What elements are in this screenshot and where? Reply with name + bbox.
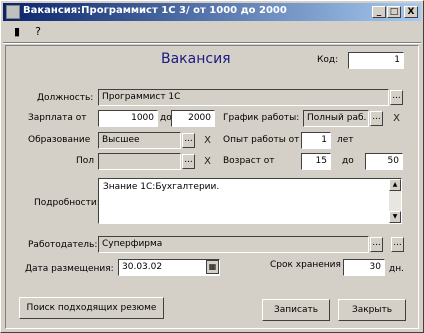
code-label: Код:: [317, 55, 339, 65]
salary-to-label: до: [160, 113, 172, 123]
schedule-field[interactable]: Полный раб. д: [303, 110, 369, 127]
close-button[interactable]: Закрыть: [338, 299, 406, 321]
help-icon[interactable]: ?: [31, 25, 45, 39]
calendar-icon[interactable]: ▦: [206, 260, 219, 274]
details-textarea[interactable]: Знание 1С:Бухгалтерии. ▲ ▼: [98, 178, 402, 224]
form-heading: Вакансия: [161, 51, 231, 67]
gender-select-button[interactable]: ...: [182, 154, 195, 169]
position-label: Должность:: [37, 93, 94, 103]
gender-field[interactable]: [98, 153, 181, 170]
details-label: Подробности:: [34, 198, 100, 208]
code-field[interactable]: 1: [348, 52, 404, 69]
employer-field[interactable]: Суперфирма: [98, 236, 369, 253]
vacancy-window: Вакансия:Программист 1С 3/ от 1000 до 20…: [0, 0, 424, 333]
position-select-button[interactable]: ...: [390, 90, 403, 105]
toolbar-divider: [3, 42, 421, 44]
age-label: Возраст от: [223, 156, 275, 166]
scroll-up-icon[interactable]: ▲: [389, 179, 401, 191]
experience-label: Опыт работы от: [223, 135, 300, 145]
education-field[interactable]: Высшее: [98, 132, 181, 149]
age-from-field[interactable]: 15: [301, 153, 331, 170]
gender-label: Пол: [76, 156, 95, 166]
salary-to-field[interactable]: 2000: [171, 110, 215, 127]
app-icon: [6, 5, 20, 19]
form-icon[interactable]: ▮: [10, 25, 24, 39]
schedule-select-button[interactable]: ...: [370, 111, 383, 126]
save-button[interactable]: Записать: [262, 299, 330, 321]
retention-field[interactable]: 30: [343, 259, 385, 276]
retention-label: Срок хранения: [270, 260, 341, 270]
employer-label: Работодатель:: [28, 240, 98, 250]
salary-from-field[interactable]: 1000: [98, 110, 158, 127]
employer-open-button[interactable]: ...: [391, 237, 404, 252]
scroll-down-icon[interactable]: ▼: [389, 211, 401, 223]
salary-label: Зарплата от: [28, 113, 87, 123]
age-to-field[interactable]: 50: [365, 153, 403, 170]
details-scrollbar[interactable]: ▲ ▼: [389, 179, 401, 223]
find-resumes-button[interactable]: Поиск подходящих резюме: [19, 297, 164, 319]
gender-clear-button[interactable]: X: [202, 155, 213, 168]
experience-unit: лет: [337, 135, 354, 145]
retention-unit: дн.: [389, 264, 404, 274]
maximize-button[interactable]: □: [387, 6, 401, 18]
education-select-button[interactable]: ...: [182, 133, 195, 148]
details-text: Знание 1С:Бухгалтерии.: [103, 182, 220, 192]
position-field[interactable]: Программист 1С: [98, 89, 389, 106]
date-label: Дата размещения:: [25, 264, 114, 274]
window-title: Вакансия:Программист 1С 3/ от 1000 до 20…: [23, 5, 287, 16]
age-to-label: до: [342, 156, 354, 166]
title-bar[interactable]: Вакансия:Программист 1С 3/ от 1000 до 20…: [3, 3, 421, 21]
close-window-button[interactable]: X: [404, 6, 418, 18]
experience-field[interactable]: 1: [301, 132, 331, 149]
education-label: Образование: [28, 135, 91, 145]
schedule-label: График работы:: [223, 113, 300, 123]
schedule-clear-button[interactable]: X: [391, 112, 402, 125]
date-field[interactable]: 30.03.02: [118, 259, 220, 276]
education-clear-button[interactable]: X: [202, 134, 213, 147]
minimize-button[interactable]: _: [372, 6, 386, 18]
employer-select-button[interactable]: ...: [370, 237, 383, 252]
